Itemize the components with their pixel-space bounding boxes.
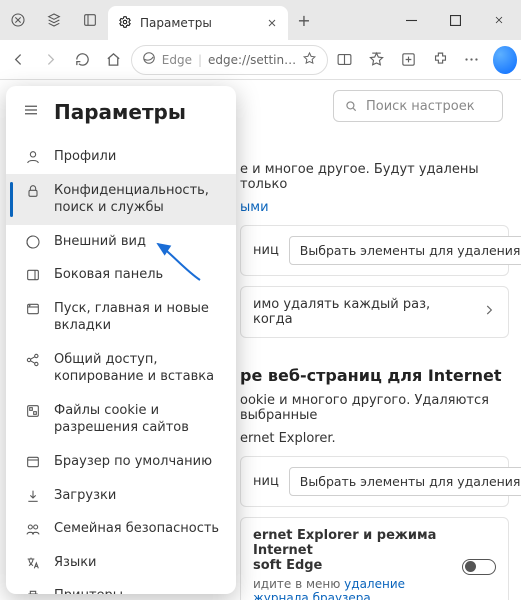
text-fragment: ookie и многого другого. Удаляются выбра…	[240, 393, 489, 423]
ie-mode-toggle-row: ernet Explorer и режима Internet soft Ed…	[240, 517, 509, 600]
chevron-right-icon	[482, 303, 496, 321]
maximize-button[interactable]	[433, 0, 477, 40]
text-fragment: ernet Explorer.	[240, 431, 336, 446]
home-button[interactable]	[99, 43, 129, 77]
nav-family[interactable]: Семейная безопасность	[6, 512, 236, 546]
browser-tab[interactable]: Параметры	[108, 6, 288, 40]
nav-languages[interactable]: Языки	[6, 546, 236, 580]
nav-start[interactable]: Пуск, главная и новые вкладки	[6, 292, 236, 343]
favorite-star-icon[interactable]	[302, 51, 317, 69]
collections-icon[interactable]	[36, 12, 72, 28]
choose-items-button-2[interactable]: Выбрать элементы для удаления	[289, 467, 521, 496]
nav-printers[interactable]: Принтеры	[6, 579, 236, 594]
close-window-button[interactable]	[477, 0, 521, 40]
settings-title: Параметры	[54, 100, 186, 124]
settings-nav[interactable]: Профили Конфиденциальность, поиск и служ…	[6, 132, 236, 594]
clear-ie-data-row: ниц Выбрать элементы для удаления	[240, 456, 509, 507]
row-title-fragment: ernet Explorer и режима Internet	[253, 528, 452, 558]
profile-avatar[interactable]	[493, 46, 517, 74]
browser-toolbar: Edge | edge://settin…	[0, 40, 521, 80]
settings-search[interactable]: Поиск настроек	[333, 90, 503, 122]
hamburger-icon[interactable]	[22, 101, 40, 123]
printer-icon	[24, 588, 42, 594]
new-tab-button[interactable]: +	[288, 11, 320, 30]
nav-downloads[interactable]: Загрузки	[6, 479, 236, 513]
text-fragment: идите в меню	[253, 577, 344, 591]
gear-icon	[118, 14, 132, 33]
split-screen-icon[interactable]	[330, 43, 360, 77]
toggle-switch[interactable]	[462, 559, 496, 575]
minimize-button[interactable]	[389, 0, 433, 40]
vertical-tabs-icon[interactable]	[72, 12, 108, 28]
extensions-icon[interactable]	[425, 43, 455, 77]
search-placeholder: Поиск настроек	[366, 99, 475, 114]
nav-default-browser[interactable]: Браузер по умолчанию	[6, 445, 236, 479]
tab-title: Параметры	[140, 16, 258, 30]
section-heading-fragment: ре веб-страниц для Internet	[240, 366, 509, 385]
language-icon	[24, 555, 42, 571]
download-icon	[24, 488, 42, 504]
page-content: Параметры Профили Конфиденциальность, по…	[0, 80, 521, 600]
link-fragment[interactable]: ыми	[240, 200, 269, 215]
back-button[interactable]	[4, 43, 34, 77]
address-bar[interactable]: Edge | edge://settin…	[131, 45, 328, 75]
edge-logo-icon	[142, 51, 156, 68]
start-icon	[24, 301, 42, 317]
more-menu-icon[interactable]	[457, 43, 487, 77]
row-label-fragment: ниц	[253, 243, 279, 258]
nav-appearance[interactable]: Внешний вид	[6, 225, 236, 259]
settings-main: Поиск настроек e и многое другое. Будут …	[240, 80, 521, 600]
site-identity: Edge	[162, 53, 192, 67]
nav-cookies[interactable]: Файлы cookie и разрешения сайтов	[6, 394, 236, 445]
cookies-icon	[24, 403, 42, 419]
row-title-fragment: soft Edge	[253, 558, 452, 573]
row-label-fragment: ниц	[253, 474, 279, 489]
family-icon	[24, 521, 42, 537]
sidebar-icon	[24, 267, 42, 283]
refresh-button[interactable]	[67, 43, 97, 77]
close-tab-icon[interactable]	[266, 14, 278, 33]
forward-button[interactable]	[36, 43, 66, 77]
clear-on-close-row[interactable]: имо удалять каждый раз, когда	[240, 286, 509, 338]
nav-sidebar[interactable]: Боковая панель	[6, 258, 236, 292]
appearance-icon	[24, 234, 42, 250]
settings-sidebar: Параметры Профили Конфиденциальность, по…	[6, 86, 236, 594]
profile-icon	[24, 149, 42, 165]
search-icon	[344, 99, 358, 113]
share-icon	[24, 352, 42, 368]
clear-data-row: ниц Выбрать элементы для удаления	[240, 225, 509, 276]
choose-items-button[interactable]: Выбрать элементы для удаления	[289, 236, 521, 265]
lock-icon	[24, 183, 42, 199]
browser-icon	[24, 454, 42, 470]
row-label-fragment: имо удалять каждый раз, когда	[253, 297, 472, 327]
collections-toolbar-icon[interactable]	[394, 43, 424, 77]
nav-privacy[interactable]: Конфиденциальность, поиск и службы	[6, 174, 236, 225]
text-fragment: e и многое другое. Будут удалены только	[240, 162, 479, 192]
nav-share[interactable]: Общий доступ, копирование и вставка	[6, 343, 236, 394]
url-text: edge://settin…	[208, 53, 296, 67]
nav-profiles[interactable]: Профили	[6, 140, 236, 174]
workspace-icon[interactable]	[0, 12, 36, 28]
window-titlebar: Параметры +	[0, 0, 521, 40]
favorites-icon[interactable]	[362, 43, 392, 77]
